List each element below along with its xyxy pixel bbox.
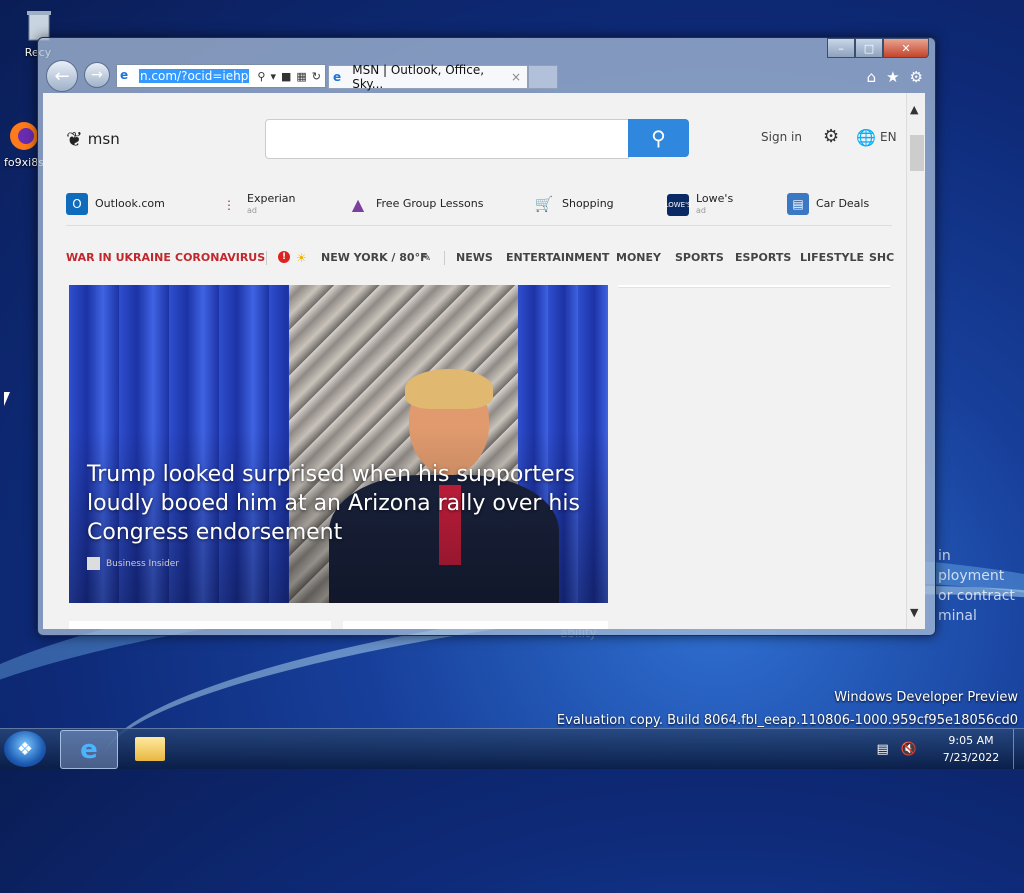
hero-source: Business Insider (87, 557, 179, 570)
weather-alert-icon[interactable]: ! (278, 251, 290, 263)
back-arrow-icon: ← (54, 65, 70, 87)
lock-icon[interactable]: ■ (281, 70, 291, 83)
firefox-icon (7, 118, 41, 154)
maximize-button[interactable]: □ (855, 38, 883, 58)
hero-headline[interactable]: Trump looked surprised when his supporte… (87, 460, 587, 547)
taskbar-ie-button[interactable]: e (60, 730, 118, 769)
search-icon: ⚲ (651, 126, 666, 150)
start-button[interactable]: ❖ (4, 731, 46, 767)
system-tray: ▤ 🔇 9:05 AM 7/23/2022 (877, 729, 1024, 769)
favorites-star-icon[interactable]: ★ (886, 68, 899, 86)
language-selector[interactable]: EN (880, 130, 897, 144)
ie-window[interactable]: – □ ✕ ← → e n.com/?ocid=iehp ⚲ ▾ ■ ▦ ↻ e… (37, 37, 936, 636)
forward-arrow-icon: → (91, 67, 103, 83)
window-controls: – □ ✕ (827, 38, 929, 58)
new-tab-button[interactable] (528, 65, 558, 89)
experian-icon: ⋮ (223, 198, 235, 212)
lowes-icon: LOWE'S (665, 194, 691, 216)
quicklink-shopping[interactable]: 🛒 Shopping (533, 193, 614, 215)
ie-page-icon: e (120, 68, 129, 82)
address-url[interactable]: n.com/?ocid=iehp (139, 69, 250, 83)
tab-close-icon[interactable]: × (511, 70, 521, 84)
quicklink-experian[interactable]: ⋮ Experian ad (218, 193, 296, 217)
browser-toolbar-right: ⌂ ★ ⚙ (867, 68, 923, 86)
internet-explorer-icon: e (80, 734, 98, 765)
category-sports[interactable]: SPORTS (675, 251, 724, 264)
folder-icon (135, 736, 165, 761)
back-button[interactable]: ← (46, 60, 78, 92)
background-window-text: in ployment or contract minal (938, 548, 1015, 624)
car-icon: ▤ (787, 193, 809, 215)
sign-in-link[interactable]: Sign in (761, 130, 802, 144)
close-button[interactable]: ✕ (883, 38, 929, 58)
right-column-card (618, 285, 890, 288)
scroll-down-icon[interactable]: ▼ (910, 606, 918, 619)
msn-logo-text: msn (87, 130, 120, 148)
search-button[interactable]: ⚲ (628, 119, 689, 157)
vertical-scrollbar[interactable]: ▲ ▼ (906, 93, 925, 629)
search-input[interactable] (265, 119, 629, 159)
story-card-below-left (69, 621, 331, 629)
sun-icon: ☀ (296, 251, 307, 265)
category-esports[interactable]: ESPORTS (735, 251, 791, 264)
windows-logo-icon: ❖ (16, 738, 34, 760)
category-money[interactable]: MONEY (616, 251, 661, 264)
address-bar-icons: ⚲ ▾ ■ ▦ ↻ (257, 70, 325, 83)
quicklink-lowes[interactable]: LOWE'S Lowe's ad (665, 193, 733, 217)
quicklink-car-deals[interactable]: ▤ Car Deals (787, 193, 869, 215)
mouse-cursor (4, 392, 10, 406)
clock-date: 7/23/2022 (942, 751, 1000, 764)
header-divider (66, 225, 892, 226)
volume-muted-icon[interactable]: 🔇 (901, 742, 917, 757)
network-icon[interactable]: ▤ (877, 742, 889, 757)
search-icon[interactable]: ⚲ (257, 70, 265, 83)
category-entertainment[interactable]: ENTERTAINMENT (506, 251, 609, 264)
hero-story-card[interactable]: Trump looked surprised when his supporte… (69, 285, 608, 603)
category-shopping-truncated[interactable]: SHC (869, 251, 894, 264)
outlook-icon: O (66, 193, 88, 215)
msn-page: ❦ msn ⚲ Sign in ⚙ 🌐 EN O Outlook.com ⋮ E… (43, 93, 925, 629)
category-war-in-ukraine[interactable]: WAR IN UKRAINE (66, 251, 171, 264)
show-desktop-button[interactable] (1013, 729, 1024, 769)
home-icon[interactable]: ⌂ (867, 68, 877, 86)
clock[interactable]: 9:05 AM 7/23/2022 (929, 732, 1013, 766)
msn-butterfly-icon: ❦ (66, 127, 83, 151)
refresh-icon[interactable]: ↻ (312, 70, 321, 83)
taskbar: ❖ e ▤ 🔇 9:05 AM 7/23/2022 (0, 728, 1024, 769)
quicklinks-bar: O Outlook.com ⋮ Experian ad ▲ Free Group … (66, 193, 892, 225)
shopping-cart-icon: 🛒 (534, 195, 554, 213)
settings-gear-icon[interactable]: ⚙ (823, 126, 839, 147)
category-coronavirus[interactable]: CORONAVIRUS (175, 251, 265, 264)
weather-location[interactable]: NEW YORK / 80°F (321, 251, 428, 264)
tab-msn[interactable]: e MSN | Outlook, Office, Sky... × (328, 63, 528, 91)
dropdown-icon[interactable]: ▾ (270, 70, 276, 83)
category-nav: WAR IN UKRAINE CORONAVIRUS ! ☀ NEW YORK … (66, 251, 894, 271)
graduation-cap-icon: ▲ (351, 194, 365, 214)
quicklink-outlook[interactable]: O Outlook.com (66, 193, 165, 215)
minimize-button[interactable]: – (827, 38, 855, 58)
quicklink-free-group-lessons[interactable]: ▲ Free Group Lessons (347, 193, 484, 215)
tools-gear-icon[interactable]: ⚙ (910, 68, 923, 86)
taskbar-explorer-button[interactable] (122, 730, 178, 767)
forward-button[interactable]: → (84, 62, 110, 88)
story-card-below-right (343, 621, 608, 629)
scroll-up-icon[interactable]: ▲ (910, 103, 918, 116)
category-separator (444, 251, 445, 265)
tab-title: MSN | Outlook, Office, Sky... (352, 63, 485, 91)
ie-tab-icon: e (333, 70, 342, 84)
category-lifestyle[interactable]: LIFESTYLE (800, 251, 864, 264)
source-name: Business Insider (106, 558, 180, 569)
globe-icon[interactable]: 🌐 (856, 128, 876, 147)
category-news[interactable]: NEWS (456, 251, 493, 264)
address-bar[interactable]: e n.com/?ocid=iehp ⚲ ▾ ■ ▦ ↻ (116, 64, 326, 88)
scroll-thumb[interactable] (910, 135, 924, 171)
msn-logo[interactable]: ❦ msn (66, 127, 120, 151)
source-logo-icon (87, 557, 100, 570)
clock-time: 9:05 AM (948, 734, 994, 747)
hero-image-overlay (69, 285, 608, 603)
edit-pencil-icon[interactable]: ✎ (422, 251, 431, 264)
category-separator (266, 251, 267, 265)
windows-watermark: Windows Developer Preview Evaluation cop… (556, 690, 1018, 728)
compat-view-icon[interactable]: ▦ (296, 70, 306, 83)
